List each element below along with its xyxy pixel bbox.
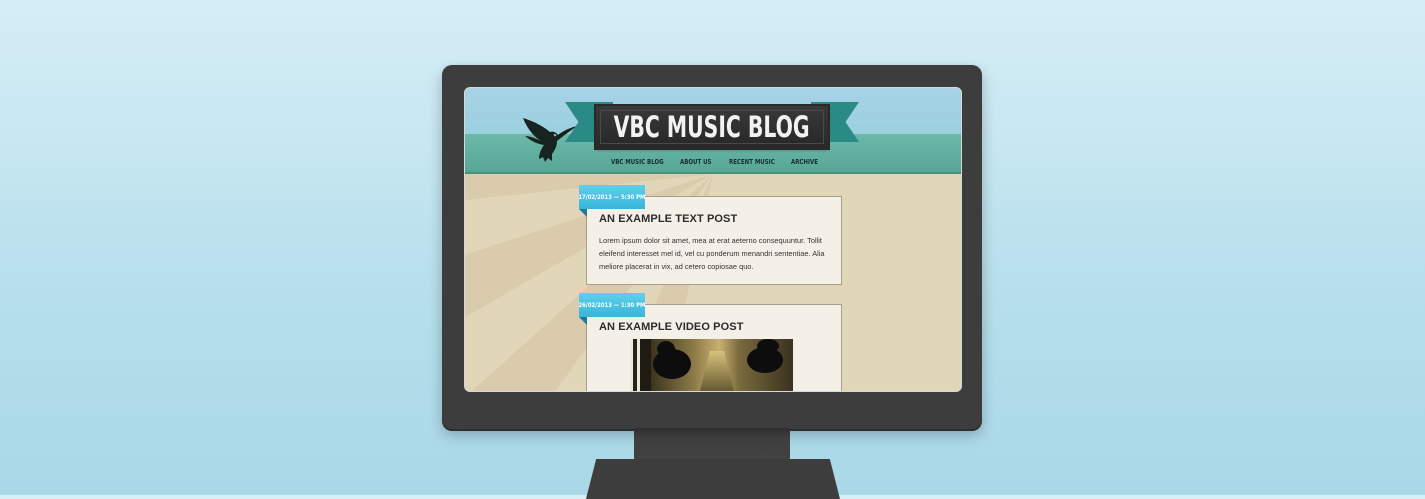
video-thumbnail xyxy=(651,339,793,391)
post-card: 26/02/2013 — 1:30 PM AN EXAMPLE VIDEO PO… xyxy=(579,293,842,391)
post-date: 26/02/2013 — 1:30 PM xyxy=(578,301,646,309)
post-date-tag: 17/02/2013 — 5:30 PM xyxy=(579,185,645,209)
video-figure xyxy=(657,341,675,357)
post-date: 17/02/2013 — 5:30 PM xyxy=(578,193,646,201)
nav-about-us[interactable]: ABOUT US xyxy=(680,158,711,166)
video-side-strip-dark xyxy=(633,339,637,391)
video-player[interactable] xyxy=(630,339,793,391)
post-date-tag: 26/02/2013 — 1:30 PM xyxy=(579,293,645,317)
site-banner: VBC MUSIC BLOG xyxy=(596,106,828,148)
post-card: 17/02/2013 — 5:30 PM AN EXAMPLE TEXT POS… xyxy=(579,185,842,285)
post-body: Lorem ipsum dolor sit amet, mea at erat … xyxy=(599,236,825,271)
nav-home[interactable]: VBC MUSIC BLOG xyxy=(611,158,664,166)
monitor-screen: VBC MUSIC BLOG VBC MUSIC BLOG ABOUT US R… xyxy=(464,87,962,392)
video-figure xyxy=(757,339,779,353)
nav-recent-music[interactable]: RECENT MUSIC xyxy=(729,158,775,166)
monitor-stand-base xyxy=(586,459,840,499)
post-title[interactable]: AN EXAMPLE TEXT POST xyxy=(599,213,829,225)
video-hallway xyxy=(699,351,735,391)
post-title[interactable]: AN EXAMPLE VIDEO POST xyxy=(599,321,829,333)
nav-archive[interactable]: ARCHIVE xyxy=(791,158,818,166)
main-nav: VBC MUSIC BLOG ABOUT US RECENT MUSIC ARC… xyxy=(611,158,831,170)
site-title: VBC MUSIC BLOG xyxy=(614,110,810,144)
eagle-logo-icon xyxy=(523,118,577,162)
